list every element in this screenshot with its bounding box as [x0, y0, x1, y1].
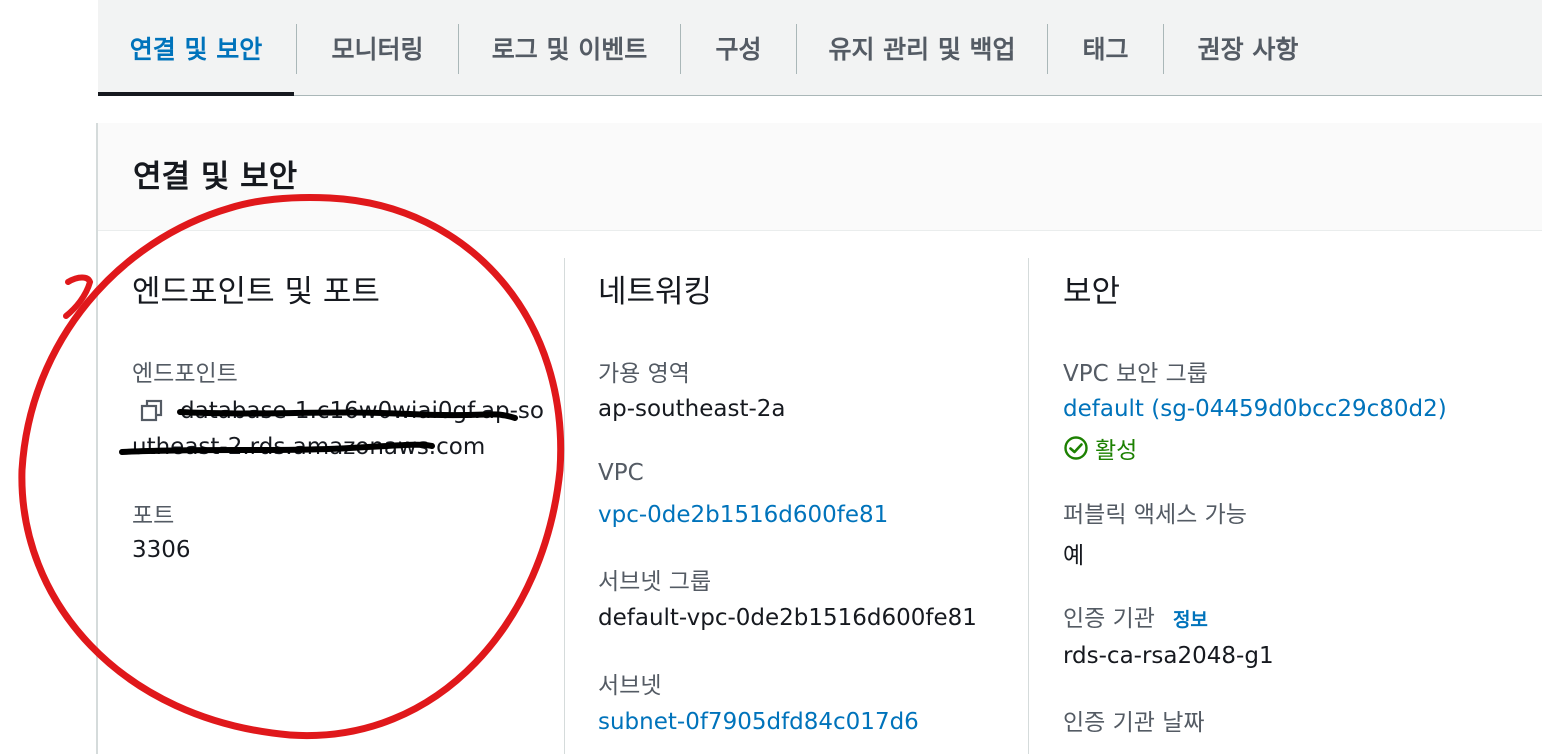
panel-title: 연결 및 보안 [133, 159, 298, 195]
ca-info-link[interactable]: 정보 [1173, 605, 1208, 632]
column-divider [564, 258, 565, 754]
ca-date-label: 인증 기관 날짜 [1063, 710, 1205, 736]
ca-value: rds-ca-rsa2048-g1 [1063, 643, 1274, 669]
subnet-group-label: 서브넷 그룹 [598, 569, 712, 595]
tab-configuration[interactable]: 구성 [681, 0, 796, 95]
availability-zone-label: 가용 영역 [598, 361, 690, 387]
tab-connectivity-security[interactable]: 연결 및 보안 [98, 0, 294, 96]
endpoint-value-line1: database-1.c16w0wiai0gf.ap-so [180, 398, 544, 424]
copy-icon[interactable] [140, 399, 164, 423]
endpoint-value-line2: utheast-2.rds.amazonaws.com [132, 434, 486, 460]
column-divider [1028, 258, 1029, 754]
public-access-value: 예 [1063, 543, 1085, 569]
public-access-label: 퍼블릭 액세스 가능 [1063, 502, 1247, 528]
security-group-link[interactable]: default (sg-04459d0bcc29c80d2) [1063, 396, 1447, 422]
check-circle-icon [1064, 436, 1088, 460]
security-heading: 보안 [1063, 274, 1121, 310]
vpc-link[interactable]: vpc-0de2b1516d600fe81 [598, 502, 888, 528]
endpoint-label: 엔드포인트 [132, 361, 238, 387]
ca-label: 인증 기관 [1063, 606, 1155, 632]
subnet-link[interactable]: subnet-0f7905dfd84c017d6 [598, 709, 919, 735]
port-label: 포트 [132, 503, 175, 529]
annotation-mark [63, 274, 94, 319]
tab-bar: 연결 및 보안 모니터링 로그 및 이벤트 구성 유지 관리 및 백업 태그 권… [98, 0, 1542, 96]
ca-label-row: 인증 기관 정보 [1063, 599, 1208, 633]
tab-recommendations[interactable]: 권장 사항 [1164, 0, 1332, 95]
status-text: 활성 [1095, 438, 1138, 464]
tab-monitoring[interactable]: 모니터링 [297, 0, 458, 95]
endpoint-port-heading: 엔드포인트 및 포트 [132, 274, 380, 310]
panel-header: 연결 및 보안 [98, 123, 1542, 231]
security-group-label: VPC 보안 그룹 [1063, 361, 1208, 387]
vpc-label: VPC [598, 460, 644, 486]
security-group-status: 활성 [1063, 431, 1137, 465]
availability-zone-value: ap-southeast-2a [598, 396, 786, 422]
tab-maintenance-backup[interactable]: 유지 관리 및 백업 [797, 0, 1047, 95]
networking-heading: 네트워킹 [598, 274, 713, 310]
port-value: 3306 [132, 537, 191, 563]
tab-tags[interactable]: 태그 [1048, 0, 1163, 95]
subnet-group-value: default-vpc-0de2b1516d600fe81 [598, 605, 977, 631]
subnet-label: 서브넷 [598, 673, 662, 699]
tab-logs-events[interactable]: 로그 및 이벤트 [459, 0, 680, 95]
